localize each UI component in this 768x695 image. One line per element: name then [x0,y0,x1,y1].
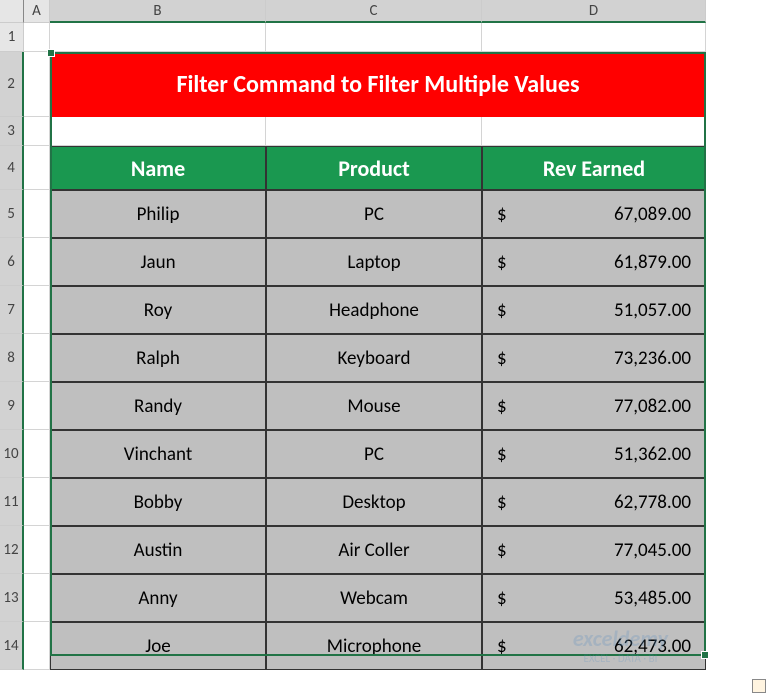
grid-cell[interactable] [24,382,50,430]
title-banner[interactable]: Filter Command to Filter Multiple Values [50,52,706,117]
table-cell-product[interactable]: Keyboard [266,334,482,382]
table-cell-name[interactable]: Vinchant [50,430,266,478]
table-cell-revenue[interactable]: $62,778.00 [482,478,706,526]
table-cell-name[interactable]: Joe [50,622,266,670]
sheet-corner-icon [752,679,766,693]
grid-cell[interactable] [24,478,50,526]
select-all-corner[interactable] [0,0,24,23]
grid-cell[interactable] [24,117,50,146]
currency-symbol: $ [497,203,507,226]
currency-symbol: $ [497,299,507,322]
grid-cell[interactable] [266,117,482,146]
table-cell-revenue[interactable]: $67,089.00 [482,190,706,238]
grid-cell[interactable] [24,238,50,286]
currency-amount: 77,082.00 [614,395,691,418]
table-cell-revenue[interactable]: $53,485.00 [482,574,706,622]
currency-symbol: $ [497,347,507,370]
table-cell-revenue[interactable]: $61,879.00 [482,238,706,286]
col-header-c[interactable]: C [266,0,482,23]
row-header[interactable]: 4 [0,146,24,190]
table-cell-name[interactable]: Jaun [50,238,266,286]
table-header-rev[interactable]: Rev Earned [482,146,706,190]
table-cell-revenue[interactable]: $51,362.00 [482,430,706,478]
table-cell-name[interactable]: Bobby [50,478,266,526]
currency-amount: 62,778.00 [614,491,691,514]
grid-cell[interactable] [24,622,50,670]
table-cell-product[interactable]: Microphone [266,622,482,670]
grid-cell[interactable] [482,23,706,52]
currency-amount: 67,089.00 [614,203,691,226]
currency-symbol: $ [497,587,507,610]
table-cell-product[interactable]: PC [266,430,482,478]
currency-symbol: $ [497,251,507,274]
currency-symbol: $ [497,635,507,658]
row-header[interactable]: 8 [0,334,24,382]
currency-amount: 53,485.00 [614,587,691,610]
currency-symbol: $ [497,491,507,514]
col-header-a[interactable]: A [24,0,50,23]
spreadsheet-grid: A B C D 1 2 Filter Command to Filter Mul… [0,0,768,670]
table-cell-name[interactable]: Philip [50,190,266,238]
currency-amount: 51,362.00 [614,443,691,466]
grid-cell[interactable] [24,430,50,478]
row-header[interactable]: 3 [0,117,24,146]
currency-amount: 61,879.00 [614,251,691,274]
table-cell-revenue[interactable]: $77,082.00 [482,382,706,430]
col-header-d[interactable]: D [482,0,706,23]
grid-cell[interactable] [482,117,706,146]
table-cell-product[interactable]: PC [266,190,482,238]
grid-cell[interactable] [24,146,50,190]
table-cell-name[interactable]: Ralph [50,334,266,382]
row-header[interactable]: 13 [0,574,24,622]
grid-cell[interactable] [266,23,482,52]
currency-symbol: $ [497,539,507,562]
table-cell-product[interactable]: Desktop [266,478,482,526]
row-header[interactable]: 12 [0,526,24,574]
grid-cell[interactable] [24,52,50,117]
table-cell-name[interactable]: Anny [50,574,266,622]
table-cell-revenue[interactable]: $51,057.00 [482,286,706,334]
table-cell-revenue[interactable]: $73,236.00 [482,334,706,382]
table-cell-revenue[interactable]: $77,045.00 [482,526,706,574]
row-header[interactable]: 14 [0,622,24,670]
row-header[interactable]: 5 [0,190,24,238]
col-header-b[interactable]: B [50,0,266,23]
currency-amount: 51,057.00 [614,299,691,322]
row-header[interactable]: 11 [0,478,24,526]
currency-amount: 62,473.00 [614,635,691,658]
grid-cell[interactable] [24,23,50,52]
row-header[interactable]: 6 [0,238,24,286]
grid-cell[interactable] [50,23,266,52]
table-header-product[interactable]: Product [266,146,482,190]
grid-cell[interactable] [24,190,50,238]
table-cell-name[interactable]: Randy [50,382,266,430]
grid-cell[interactable] [24,286,50,334]
table-cell-product[interactable]: Air Coller [266,526,482,574]
table-cell-product[interactable]: Headphone [266,286,482,334]
table-header-name[interactable]: Name [50,146,266,190]
table-cell-product[interactable]: Laptop [266,238,482,286]
row-header[interactable]: 10 [0,430,24,478]
currency-amount: 73,236.00 [614,347,691,370]
table-cell-name[interactable]: Roy [50,286,266,334]
currency-symbol: $ [497,443,507,466]
grid-cell[interactable] [24,334,50,382]
row-header[interactable]: 7 [0,286,24,334]
grid-cell[interactable] [24,574,50,622]
row-header[interactable]: 9 [0,382,24,430]
table-cell-product[interactable]: Webcam [266,574,482,622]
row-header[interactable]: 2 [0,52,24,117]
table-cell-revenue[interactable]: $62,473.00 [482,622,706,670]
row-header[interactable]: 1 [0,23,24,52]
table-cell-product[interactable]: Mouse [266,382,482,430]
table-cell-name[interactable]: Austin [50,526,266,574]
grid-cell[interactable] [24,526,50,574]
currency-amount: 77,045.00 [614,539,691,562]
currency-symbol: $ [497,395,507,418]
grid-cell[interactable] [50,117,266,146]
